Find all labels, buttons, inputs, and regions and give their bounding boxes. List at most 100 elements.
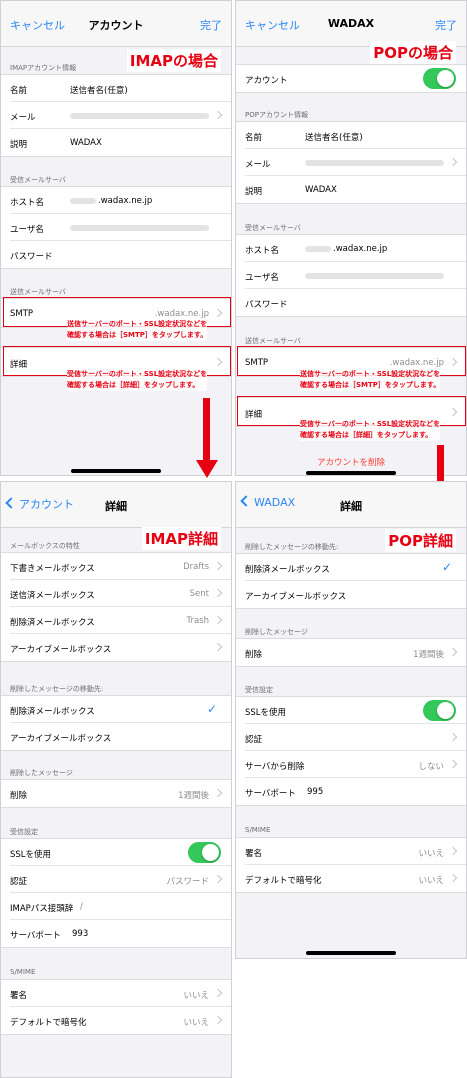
row-username[interactable]: ユーザ名 bbox=[10, 214, 231, 241]
note-line: 受信サーバーのポート・SSL設定状況などを bbox=[300, 420, 441, 428]
row-move-trash[interactable]: 削除済メールボックス ✓ bbox=[245, 554, 466, 581]
row-sign[interactable]: 署名 いいえ bbox=[10, 980, 231, 1007]
row-ssl: SSLを使用 bbox=[10, 839, 231, 866]
row-move-archive[interactable]: アーカイブメールボックス bbox=[10, 723, 231, 750]
done-button[interactable]: 完了 bbox=[200, 17, 222, 33]
checkmark-icon: ✓ bbox=[206, 702, 217, 716]
row-archive[interactable]: アーカイブメールボックス bbox=[10, 634, 231, 661]
smime-group: 署名 いいえ デフォルトで暗号化 いいえ bbox=[236, 837, 466, 893]
detail-note: 受信サーバーのポート・SSL設定状況などを 確認する場合は［詳細］をタップします… bbox=[300, 419, 441, 441]
row-label: アーカイブメールボックス bbox=[10, 645, 112, 655]
row-mail[interactable]: メール bbox=[245, 149, 466, 176]
ssl-toggle[interactable] bbox=[423, 700, 456, 721]
note-line: 確認する場合は［詳細］をタップします。 bbox=[67, 381, 200, 389]
imap-detail-badge: IMAP詳細 bbox=[141, 527, 221, 550]
note-line: 受信サーバーのポート・SSL設定状況などを bbox=[67, 370, 208, 378]
delete-account-button[interactable]: アカウントを削除 bbox=[236, 456, 466, 468]
note-line: 確認する場合は［SMTP］をタップします。 bbox=[67, 331, 208, 339]
row-value: しない bbox=[418, 762, 444, 772]
row-value: WADAX bbox=[305, 185, 337, 195]
row-label: 削除済メールボックス bbox=[10, 707, 95, 717]
blurred-email bbox=[305, 160, 444, 166]
incoming-group: SSLを使用 認証 サーバから削除 しない サーバポート 995 bbox=[236, 696, 466, 806]
smtp-note: 送信サーバーのポート・SSL設定状況などを 確認する場合は［SMTP］をタップし… bbox=[300, 369, 441, 391]
arrow-head-imap bbox=[196, 460, 218, 478]
row-label: サーバポート bbox=[245, 789, 296, 799]
row-move-archive[interactable]: アーカイブメールボックス bbox=[245, 581, 466, 608]
chevron-right-icon bbox=[448, 732, 458, 742]
row-trash[interactable]: 削除済メールボックス Trash bbox=[10, 607, 231, 634]
row-value: いいえ bbox=[418, 849, 444, 859]
row-label: パスワード bbox=[10, 252, 53, 262]
row-value: 993 bbox=[72, 929, 89, 939]
row-name[interactable]: 名前 送信者名(任意) bbox=[10, 75, 231, 102]
smtp-note: 送信サーバーのポート・SSL設定状況などを 確認する場合は［SMTP］をタップし… bbox=[67, 319, 208, 341]
section-header-mailbox: メールボックスの特性 bbox=[10, 542, 80, 550]
row-ssl: SSLを使用 bbox=[245, 697, 466, 724]
row-username[interactable]: ユーザ名 bbox=[245, 262, 466, 289]
chevron-right-icon bbox=[213, 642, 223, 652]
row-description[interactable]: 説明 WADAX bbox=[245, 176, 466, 203]
row-label: 署名 bbox=[245, 849, 263, 859]
row-remove[interactable]: 削除 1週間後 bbox=[245, 639, 466, 666]
section-header-outgoing: 送信メールサーバ bbox=[10, 288, 66, 296]
detail-note: 受信サーバーのポート・SSL設定状況などを 確認する場合は［詳細］をタップします… bbox=[67, 369, 208, 391]
blurred-username bbox=[305, 273, 444, 279]
row-hostname[interactable]: ホスト名 .wadax.ne.jp bbox=[10, 187, 231, 214]
section-header-incoming: 受信メールサーバ bbox=[10, 176, 66, 184]
row-label: サーバポート bbox=[10, 931, 61, 941]
row-value: 1週間後 bbox=[178, 791, 209, 801]
move-group: 削除済メールボックス ✓ アーカイブメールボックス bbox=[1, 695, 231, 751]
row-value: 995 bbox=[307, 787, 324, 797]
pop-account-screen: キャンセル WADAX 完了 POPの場合 アカウント POPアカウント情報 名… bbox=[235, 0, 467, 476]
nav-title: アカウント bbox=[88, 19, 144, 32]
row-imap-prefix[interactable]: IMAPパス接頭辞 / bbox=[10, 893, 231, 920]
row-encrypt[interactable]: デフォルトで暗号化 いいえ bbox=[245, 865, 466, 892]
section-header-incoming: 受信設定 bbox=[10, 828, 38, 836]
account-toggle[interactable] bbox=[423, 68, 456, 89]
chevron-right-icon bbox=[448, 759, 458, 769]
row-label: パスワード bbox=[245, 300, 288, 310]
row-hostname[interactable]: ホスト名 .wadax.ne.jp bbox=[245, 235, 466, 262]
row-auth[interactable]: 認証 パスワード bbox=[10, 866, 231, 893]
row-move-trash[interactable]: 削除済メールボックス ✓ bbox=[10, 696, 231, 723]
row-remove[interactable]: 削除 1週間後 bbox=[10, 780, 231, 807]
row-server-port[interactable]: サーバポート 995 bbox=[245, 778, 466, 805]
done-button[interactable]: 完了 bbox=[435, 17, 457, 33]
note-line: 確認する場合は［詳細］をタップします。 bbox=[300, 431, 433, 439]
row-label: アーカイブメールボックス bbox=[245, 592, 347, 602]
row-sign[interactable]: 署名 いいえ bbox=[245, 838, 466, 865]
row-mail[interactable]: メール bbox=[10, 102, 231, 129]
row-label: ユーザ名 bbox=[245, 273, 279, 283]
row-value: 送信者名(任意) bbox=[305, 133, 363, 143]
row-label: デフォルトで暗号化 bbox=[10, 1018, 87, 1028]
section-header-deleted: 削除したメッセージ bbox=[245, 628, 308, 636]
row-label: SSLを使用 bbox=[10, 850, 52, 860]
row-auth[interactable]: 認証 bbox=[245, 724, 466, 751]
row-encrypt[interactable]: デフォルトで暗号化 いいえ bbox=[10, 1007, 231, 1034]
nav-title: WADAX bbox=[327, 17, 375, 30]
home-indicator bbox=[306, 951, 396, 955]
row-password[interactable]: パスワード bbox=[245, 289, 466, 316]
blurred-host bbox=[70, 198, 96, 204]
row-label: ユーザ名 bbox=[10, 225, 44, 235]
ssl-toggle[interactable] bbox=[188, 842, 221, 863]
row-value: いいえ bbox=[183, 991, 209, 1001]
row-description[interactable]: 説明 WADAX bbox=[10, 129, 231, 156]
row-value: いいえ bbox=[418, 876, 444, 886]
chevron-right-icon bbox=[448, 846, 458, 856]
row-sent[interactable]: 送信済メールボックス Sent bbox=[10, 580, 231, 607]
section-header-move: 削除したメッセージの移動先: bbox=[10, 685, 104, 693]
row-drafts[interactable]: 下書きメールボックス Drafts bbox=[10, 553, 231, 580]
chevron-right-icon bbox=[213, 788, 223, 798]
row-label: 送信済メールボックス bbox=[10, 591, 95, 601]
smime-group: 署名 いいえ デフォルトで暗号化 いいえ bbox=[1, 979, 231, 1035]
row-name[interactable]: 名前 送信者名(任意) bbox=[245, 122, 466, 149]
row-password[interactable]: パスワード bbox=[10, 241, 231, 268]
row-label: メール bbox=[245, 160, 271, 170]
row-server-port[interactable]: サーバポート 993 bbox=[10, 920, 231, 947]
blurred-email bbox=[70, 113, 209, 119]
row-delete-from-server[interactable]: サーバから削除 しない bbox=[245, 751, 466, 778]
row-value: WADAX bbox=[70, 138, 102, 148]
row-value: Drafts bbox=[183, 562, 209, 572]
